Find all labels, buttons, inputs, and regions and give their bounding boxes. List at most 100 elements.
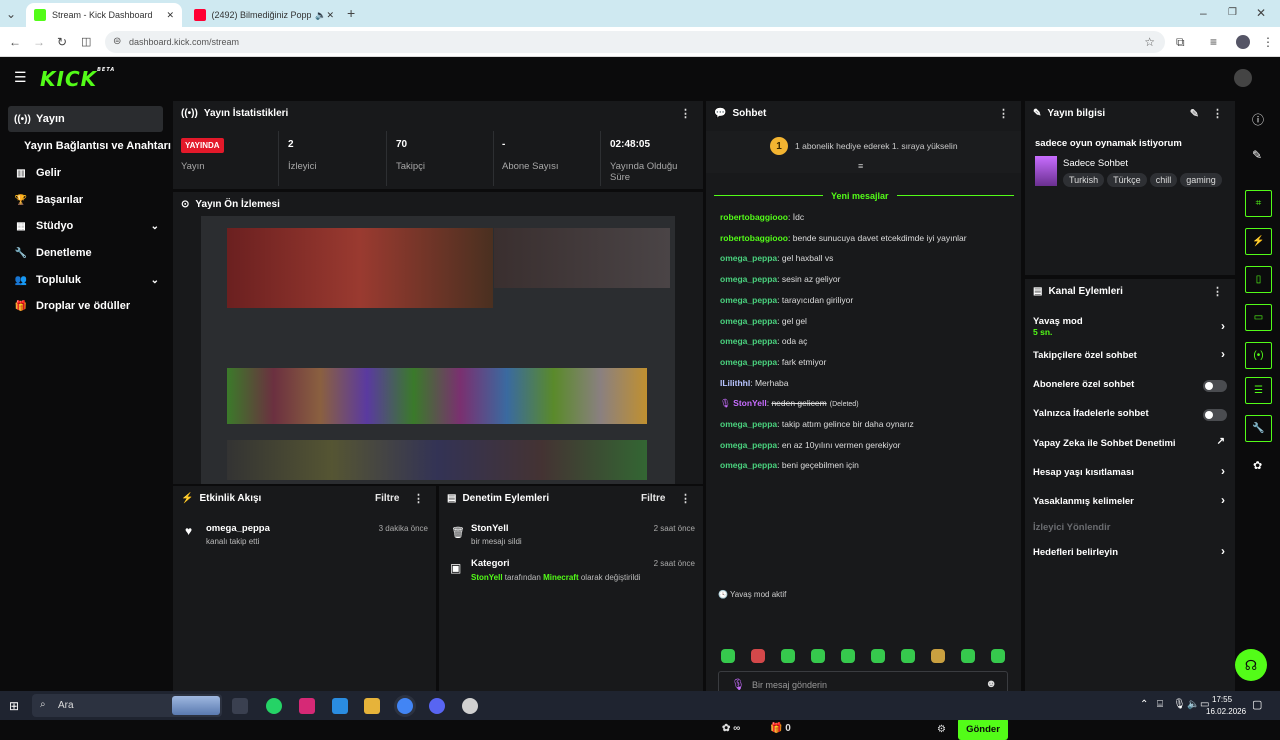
chat-username[interactable]: StonYell bbox=[733, 398, 767, 408]
extensions-icon[interactable]: ⧉ bbox=[1176, 35, 1185, 49]
url-field[interactable]: ⊜ dashboard.kick.com/stream ☆ bbox=[105, 31, 1165, 53]
filter-button[interactable]: Filtre bbox=[641, 493, 665, 504]
tray-chevron-icon[interactable]: ⌃ bbox=[1140, 699, 1148, 710]
emote-icon[interactable] bbox=[931, 649, 945, 663]
stats-menu-icon[interactable]: ⋮ bbox=[680, 107, 691, 120]
chat-username[interactable]: omega_peppa bbox=[720, 316, 777, 326]
hamburger-menu-icon[interactable]: ☰ bbox=[14, 69, 27, 86]
points-icon[interactable]: ✿ bbox=[1253, 459, 1262, 472]
sidebar-item-gelir[interactable]: ▥ Gelir bbox=[8, 160, 163, 186]
close-tab-icon[interactable]: ✕ bbox=[326, 10, 334, 21]
menu-kebab-icon[interactable]: ⋮ bbox=[1262, 35, 1274, 49]
taskbar-search[interactable]: ⌕ Ara bbox=[32, 694, 222, 717]
volume-icon[interactable]: 🔈 bbox=[1187, 699, 1199, 710]
tag[interactable]: gaming bbox=[1180, 173, 1222, 187]
minimize-icon[interactable]: – bbox=[1200, 6, 1207, 20]
subscribers-only-toggle[interactable] bbox=[1203, 380, 1227, 392]
clock-date[interactable]: 16.02.2026 bbox=[1206, 707, 1246, 716]
sidebar-item-basarilar[interactable]: 🏆 Başarılar bbox=[8, 187, 163, 213]
clock-time[interactable]: 17:55 bbox=[1212, 695, 1232, 704]
channel-points[interactable]: ✿ ∞ bbox=[722, 723, 740, 734]
emote-icon[interactable] bbox=[871, 649, 885, 663]
chat-settings-icon[interactable]: ⚙ bbox=[937, 724, 946, 735]
tab-youtube[interactable]: (2492) Bilmediğiniz Poppy P 🔈 ✕ bbox=[186, 3, 342, 27]
media-icon[interactable]: ≡ bbox=[1210, 35, 1217, 49]
broadcast-button[interactable]: (•) bbox=[1245, 342, 1272, 369]
stream-info-menu-icon[interactable]: ⋮ bbox=[1212, 107, 1223, 120]
layout-button[interactable]: ☰ bbox=[1245, 377, 1272, 404]
task-view-icon[interactable] bbox=[232, 698, 248, 714]
microphone-icon[interactable]: 🎙 bbox=[1173, 699, 1186, 710]
chat-username[interactable]: ILiIithhI bbox=[720, 378, 750, 388]
tag[interactable]: Türkçe bbox=[1107, 173, 1147, 187]
chat-username[interactable]: omega_peppa bbox=[720, 274, 777, 284]
discord-icon[interactable] bbox=[429, 698, 445, 714]
emote-icon[interactable] bbox=[901, 649, 915, 663]
mic-icon[interactable]: 🎙 bbox=[731, 678, 745, 691]
notification-icon[interactable]: ▢ bbox=[1252, 698, 1262, 711]
stream-preview-video[interactable] bbox=[201, 216, 675, 484]
window-close-icon[interactable]: ✕ bbox=[1256, 6, 1266, 20]
clip-button[interactable]: ⌗ bbox=[1245, 190, 1272, 217]
notes-button[interactable]: ▯ bbox=[1245, 266, 1272, 293]
app-icon[interactable] bbox=[462, 698, 478, 714]
tag[interactable]: Turkish bbox=[1063, 173, 1105, 187]
bookmark-star-icon[interactable]: ☆ bbox=[1144, 35, 1155, 49]
send-button[interactable]: Gönder bbox=[958, 718, 1008, 740]
user-avatar[interactable] bbox=[1234, 69, 1252, 87]
forward-icon[interactable]: → bbox=[33, 35, 45, 49]
profile-avatar[interactable] bbox=[1236, 35, 1250, 49]
tab-list-icon[interactable]: ⌄ bbox=[6, 7, 16, 21]
emote-icon[interactable] bbox=[811, 649, 825, 663]
info-icon[interactable]: ⓘ bbox=[1252, 111, 1264, 128]
close-tab-icon[interactable]: ✕ bbox=[166, 10, 174, 21]
chat-username[interactable]: robertobaggiooo bbox=[720, 212, 788, 222]
store-icon[interactable] bbox=[332, 698, 348, 714]
pen-icon[interactable]: ✎ bbox=[1252, 148, 1262, 162]
sidebar-item-studyo[interactable]: ▦ Stüdyo ⌄ bbox=[8, 213, 163, 239]
chat-button[interactable]: ▭ bbox=[1245, 304, 1272, 331]
activity-menu-icon[interactable]: ⋮ bbox=[413, 492, 424, 505]
chat-username[interactable]: robertobaggiooo bbox=[720, 233, 788, 243]
gift-counter[interactable]: 🎁 0 bbox=[770, 723, 791, 734]
chat-menu-icon[interactable]: ⋮ bbox=[998, 107, 1009, 120]
channel-actions-menu-icon[interactable]: ⋮ bbox=[1212, 285, 1223, 298]
chrome-icon[interactable] bbox=[397, 698, 413, 714]
chat-username[interactable]: omega_peppa bbox=[720, 419, 777, 429]
site-info-icon[interactable]: ⊜ bbox=[113, 36, 121, 47]
emoji-icon[interactable]: ☻ bbox=[985, 678, 997, 690]
sidebar-item-yayin[interactable]: ((•)) Yayın bbox=[8, 106, 163, 132]
emotes-only-toggle[interactable] bbox=[1203, 409, 1227, 421]
kick-logo[interactable]: KICKBETA bbox=[40, 67, 115, 91]
tools-button[interactable]: 🔧 bbox=[1245, 415, 1272, 442]
back-icon[interactable]: ← bbox=[9, 35, 21, 49]
instagram-icon[interactable] bbox=[299, 698, 315, 714]
emote-icon[interactable] bbox=[961, 649, 975, 663]
sidebar-item-denetleme[interactable]: 🔧 Denetleme bbox=[8, 240, 163, 266]
filter-button[interactable]: Filtre bbox=[375, 493, 399, 504]
tag[interactable]: chill bbox=[1149, 173, 1178, 187]
restore-icon[interactable]: ❐ bbox=[1228, 6, 1237, 20]
sidebar-item-topluluk[interactable]: 👥 Topluluk ⌄ bbox=[8, 267, 163, 293]
edit-icon[interactable]: ✎ bbox=[1190, 107, 1199, 120]
emote-icon[interactable] bbox=[991, 649, 1005, 663]
collapse-icon[interactable]: ≡ bbox=[858, 161, 863, 171]
chat-username[interactable]: omega_peppa bbox=[720, 440, 777, 450]
chat-username[interactable]: omega_peppa bbox=[720, 357, 777, 367]
whatsapp-icon[interactable] bbox=[266, 698, 282, 714]
reload-icon[interactable]: ↻ bbox=[57, 35, 67, 49]
moderation-menu-icon[interactable]: ⋮ bbox=[680, 492, 691, 505]
chat-username[interactable]: omega_peppa bbox=[720, 336, 777, 346]
emote-icon[interactable] bbox=[781, 649, 795, 663]
file-explorer-icon[interactable] bbox=[364, 698, 380, 714]
sidebar-item-droplar[interactable]: 🎁 Droplar ve ödüller bbox=[8, 293, 163, 319]
sidebar-item-stream-key[interactable]: Yayın Bağlantısı ve Anahtarı bbox=[18, 133, 171, 159]
windows-start-icon[interactable]: ⊞ bbox=[9, 699, 19, 713]
split-view-icon[interactable]: ◫ bbox=[81, 35, 91, 49]
chat-username[interactable]: omega_peppa bbox=[720, 460, 777, 470]
chat-username[interactable]: omega_peppa bbox=[720, 253, 777, 263]
emote-icon[interactable] bbox=[841, 649, 855, 663]
tab-kick-dashboard[interactable]: Stream - Kick Dashboard ✕ bbox=[26, 3, 182, 27]
support-headset-icon[interactable]: ☊ bbox=[1235, 649, 1267, 681]
emote-icon[interactable] bbox=[751, 649, 765, 663]
